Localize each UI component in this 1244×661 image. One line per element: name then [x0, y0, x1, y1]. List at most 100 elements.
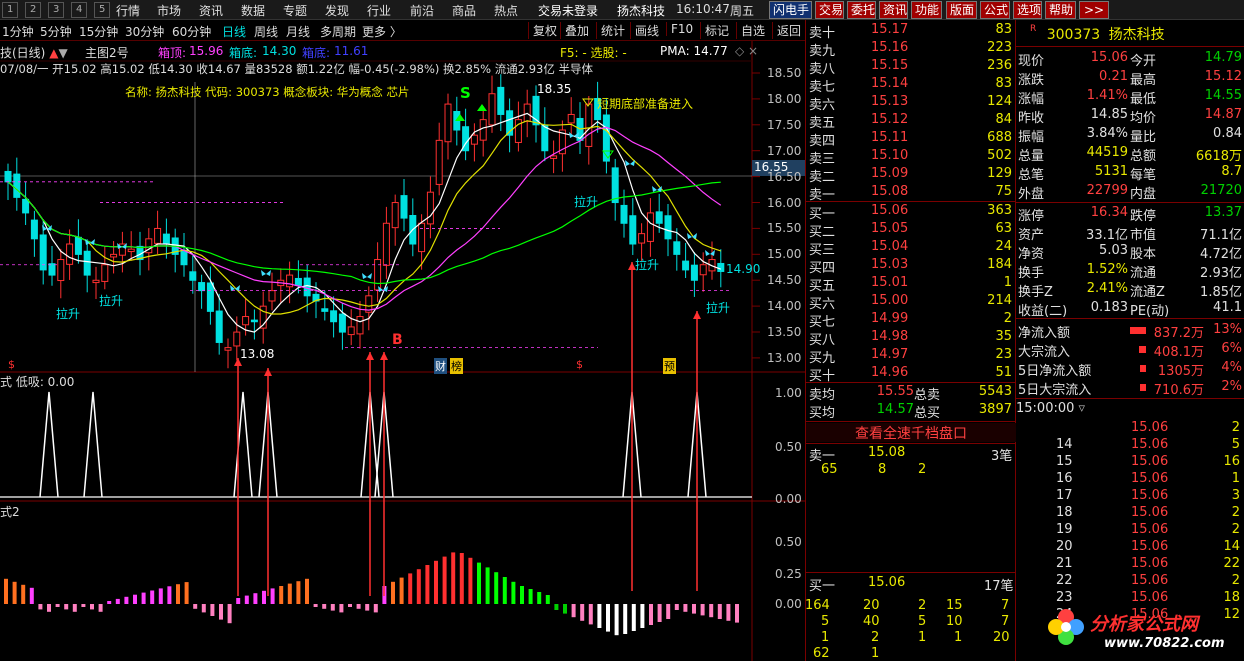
ask-vol: 502 — [987, 148, 1012, 163]
chart-options-icon[interactable]: ◇ × — [735, 44, 758, 58]
menu-5[interactable]: 发现 — [325, 2, 349, 19]
tool-4[interactable]: 功能 — [911, 1, 942, 19]
period-8[interactable]: 多周期 — [320, 23, 356, 40]
quote-value: 33.1亿 — [1086, 228, 1128, 243]
flow-pct: 13% — [1213, 322, 1242, 337]
menu-1[interactable]: 市场 — [157, 2, 181, 19]
bid-row[interactable]: 买四 15.03 184 — [806, 257, 1016, 276]
period-6[interactable]: 周线 — [254, 23, 278, 40]
login-status[interactable]: 交易未登录 — [538, 2, 598, 19]
period-3[interactable]: 30分钟 — [125, 23, 164, 40]
bid-row[interactable]: 买一 15.06 363 — [806, 203, 1016, 222]
period-5[interactable]: 日线 — [222, 23, 246, 40]
bid-row[interactable]: 买七 14.99 2 — [806, 311, 1016, 330]
histogram-bar — [262, 590, 266, 604]
kline-chart[interactable] — [0, 41, 805, 661]
period-0[interactable]: 1分钟 — [2, 23, 34, 40]
tool-3[interactable]: 资讯 — [879, 1, 908, 19]
histogram-bar — [580, 604, 585, 621]
chart-tool-1[interactable]: 叠加 — [560, 22, 589, 39]
menu-2[interactable]: 资讯 — [199, 2, 223, 19]
period-2[interactable]: 15分钟 — [79, 23, 118, 40]
chart-tool-0[interactable]: 复权 — [528, 22, 557, 39]
price-tick: 16.00 — [767, 195, 802, 210]
bid-row[interactable]: 买六 15.00 214 — [806, 293, 1016, 312]
ask-row[interactable]: 卖七 15.14 83 — [806, 76, 1016, 95]
tool-1[interactable]: 交易 — [815, 1, 844, 19]
ask-row[interactable]: 卖四 15.11 688 — [806, 130, 1016, 149]
view-full-depth-button[interactable]: 查看全速千档盘口 — [806, 423, 1016, 442]
period-1[interactable]: 5分钟 — [40, 23, 72, 40]
tick-filter-icon[interactable]: ▿ — [1079, 401, 1086, 416]
quote-value: 71.1亿 — [1200, 228, 1242, 243]
chart-tool-6[interactable]: 自选 — [736, 22, 765, 39]
tool-0[interactable]: 闪电手 — [769, 1, 812, 19]
chart-tool-3[interactable]: 画线 — [630, 22, 659, 39]
indicator-name[interactable]: 主图2号 — [85, 44, 129, 61]
window-tab-2[interactable]: 2 — [25, 2, 42, 18]
tool-6[interactable]: 公式 — [980, 1, 1010, 19]
flow-value: 837.2万 — [1153, 326, 1204, 341]
menu-4[interactable]: 专题 — [283, 2, 307, 19]
sell-signal: S — [460, 84, 471, 102]
menu-7[interactable]: 前沿 — [410, 2, 434, 19]
bid-row[interactable]: 买三 15.04 24 — [806, 239, 1016, 258]
histogram-bar — [107, 601, 112, 604]
total-buy: 3897 — [978, 402, 1012, 417]
histogram-bar — [210, 604, 215, 616]
tool-2[interactable]: 委托 — [847, 1, 876, 19]
histogram-bar — [726, 604, 731, 621]
histogram-bar — [451, 552, 456, 604]
ask-row[interactable]: 卖五 15.12 84 — [806, 112, 1016, 131]
menu-3[interactable]: 数据 — [241, 2, 265, 19]
window-tab-4[interactable]: 4 — [71, 2, 88, 18]
window-tab-1[interactable]: 1 — [2, 2, 19, 18]
tool-9[interactable]: >> — [1079, 1, 1109, 19]
bid-row[interactable]: 买九 14.97 23 — [806, 347, 1016, 366]
ask-vol: 223 — [987, 40, 1012, 55]
tool-7[interactable]: 选项 — [1013, 1, 1042, 19]
chart-tool-7[interactable]: 返回 — [772, 22, 801, 39]
price-tick: 18.50 — [767, 66, 802, 80]
candle-body — [101, 264, 109, 282]
tool-8[interactable]: 帮助 — [1045, 1, 1076, 19]
ask-row[interactable]: 卖九 15.16 223 — [806, 40, 1016, 59]
tick-header[interactable]: 15:00:00 ▿ — [1016, 401, 1085, 420]
tag-bang[interactable]: 榜 — [450, 358, 463, 374]
ask-row[interactable]: 卖三 15.10 502 — [806, 148, 1016, 167]
flow-label: 净流入额 — [1018, 326, 1071, 341]
bid-row[interactable]: 买五 15.01 1 — [806, 275, 1016, 294]
butterfly-icon — [652, 186, 662, 192]
menu-9[interactable]: 热点 — [494, 2, 518, 19]
bid-row[interactable]: 买二 15.05 63 — [806, 221, 1016, 240]
window-tab-3[interactable]: 3 — [48, 2, 65, 18]
weekday: 周五 — [730, 4, 755, 18]
chart-tool-4[interactable]: F10 — [666, 22, 693, 36]
menu-8[interactable]: 商品 — [452, 2, 476, 19]
chart-tool-5[interactable]: 标记 — [700, 22, 729, 39]
quote-value: 8.7 — [1221, 164, 1242, 179]
tool-5[interactable]: 版面 — [946, 1, 977, 19]
quote-value: 15.12 — [1204, 69, 1242, 84]
window-tab-5[interactable]: 5 — [94, 2, 111, 18]
menu-6[interactable]: 行业 — [367, 2, 391, 19]
chart-tool-2[interactable]: 统计 — [596, 22, 625, 39]
price-tick: 13.50 — [767, 325, 802, 339]
chart-name: 技(日线) ▲▼ — [0, 46, 68, 60]
histogram-bar — [330, 604, 335, 611]
bid-row[interactable]: 买八 14.98 35 — [806, 329, 1016, 348]
tag-cai[interactable]: 财 — [434, 358, 447, 374]
tag-yu[interactable]: 预 — [663, 358, 676, 374]
clock: 16:10:47 — [676, 2, 730, 16]
dk-value: 11.61 — [334, 44, 369, 58]
candle-body — [30, 219, 38, 240]
quote-label: 换手Z — [1018, 285, 1053, 300]
ask-row[interactable]: 卖十 15.17 83 — [806, 22, 1016, 41]
ask-row[interactable]: 卖二 15.09 129 — [806, 166, 1016, 185]
period-4[interactable]: 60分钟 — [172, 23, 211, 40]
ask-row[interactable]: 卖八 15.15 236 — [806, 58, 1016, 77]
period-7[interactable]: 月线 — [286, 23, 310, 40]
ask-row[interactable]: 卖六 15.13 124 — [806, 94, 1016, 113]
period-9[interactable]: 更多 〉 — [362, 23, 402, 40]
menu-0[interactable]: 行情 — [116, 2, 140, 19]
